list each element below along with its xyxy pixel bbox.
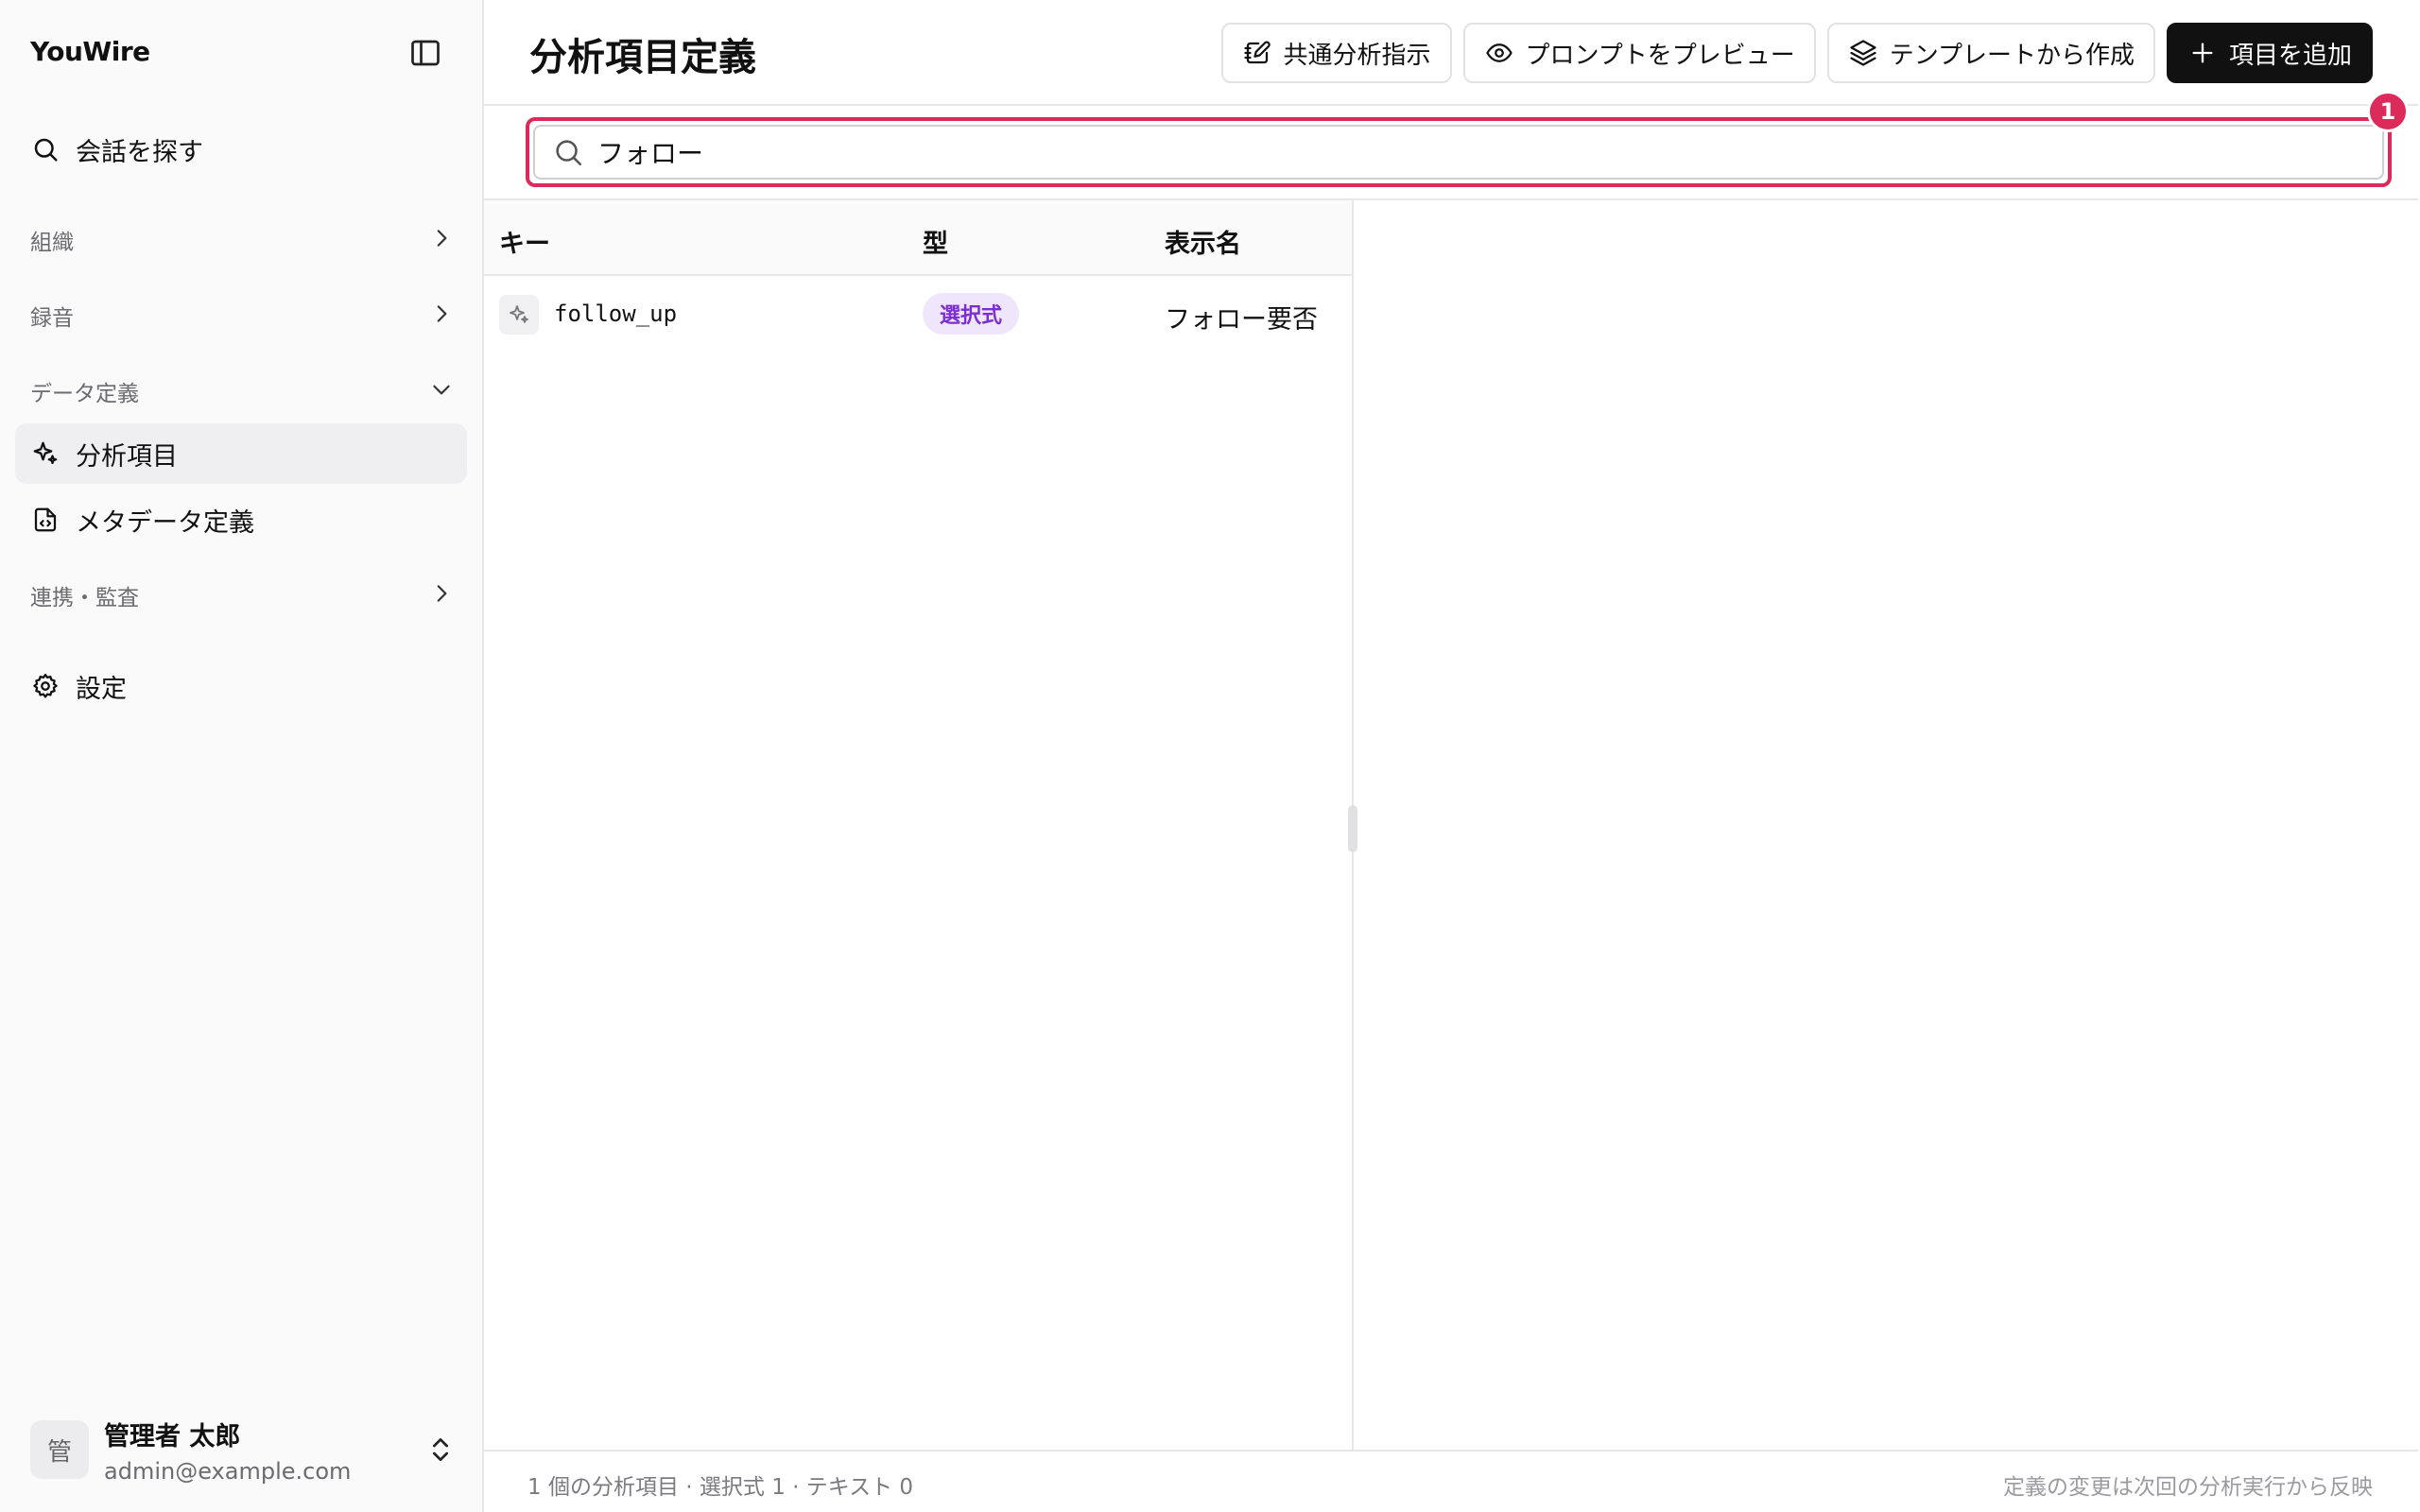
- sidebar-item-label: メタデータ定義: [76, 507, 254, 538]
- preview-prompt-button[interactable]: プロンプトをプレビュー: [1462, 23, 1816, 83]
- sidebar-header: YouWire: [0, 0, 482, 106]
- button-label: プロンプトをプレビュー: [1525, 40, 1795, 69]
- notebook-pen-icon: [1242, 38, 1272, 68]
- chevron-right-icon: [429, 226, 454, 254]
- toolbar: 共通分析指示 プロンプトをプレビュー テンプレートから作成 項目を追加: [1220, 23, 2373, 83]
- sidebar-group-data-definition[interactable]: データ定義: [15, 365, 467, 418]
- item-summary: 1 個の分析項目 · 選択式 1 · テキスト 0: [527, 1475, 914, 1500]
- search-icon: [552, 136, 584, 168]
- eye-icon: [1484, 38, 1514, 68]
- search-input[interactable]: [597, 127, 2382, 178]
- common-instruction-button[interactable]: 共通分析指示: [1220, 23, 1452, 83]
- column-header-key[interactable]: キー: [499, 223, 550, 260]
- group-label: 組織: [30, 231, 74, 255]
- button-label: テンプレートから作成: [1889, 40, 2135, 69]
- sidebar-item-label: 設定: [76, 674, 127, 704]
- sidebar: YouWire 会話を探す 組織 録音 データ定義 分析項目 メタデータ定義 連…: [0, 0, 484, 1512]
- step-marker-badge: 1: [2367, 91, 2409, 132]
- sparkle-icon: [30, 438, 60, 469]
- sidebar-item-analysis-items[interactable]: 分析項目: [15, 423, 467, 484]
- user-menu[interactable]: 管 管理者 太郎 admin@example.com: [30, 1414, 456, 1486]
- add-item-button[interactable]: 項目を追加: [2166, 23, 2373, 83]
- pane-resize-handle[interactable]: [1348, 805, 1357, 852]
- app-root: YouWire 会話を探す 組織 録音 データ定義 分析項目 メタデータ定義 連…: [0, 0, 2420, 1512]
- main-content: 分析項目定義 共通分析指示 プロンプトをプレビュー テンプレートから作成 項目を…: [484, 0, 2420, 1512]
- analysis-items-table: キー 型 表示名 follow_up 選択式 フォロー要否: [484, 200, 1357, 1450]
- search-field[interactable]: [533, 125, 2384, 180]
- gear-icon: [30, 671, 60, 701]
- user-email: admin@example.com: [104, 1457, 352, 1485]
- group-label: 連携・監査: [30, 586, 139, 610]
- row-key: follow_up: [554, 301, 678, 327]
- group-label: 録音: [30, 306, 74, 331]
- change-note: 定義の変更は次回の分析実行から反映: [2003, 1475, 2373, 1500]
- sidebar-group-integration[interactable]: 連携・監査: [15, 569, 467, 622]
- sidebar-item-search-conversations[interactable]: 会話を探す: [15, 119, 467, 180]
- sidebar-item-settings[interactable]: 設定: [15, 656, 467, 716]
- user-name: 管理者 太郎: [104, 1421, 241, 1452]
- column-header-type[interactable]: 型: [923, 223, 948, 260]
- row-display-name: フォロー要否: [1165, 305, 1318, 335]
- create-from-template-button[interactable]: テンプレートから作成: [1826, 23, 2155, 83]
- file-code-icon: [30, 505, 60, 535]
- group-label: データ定義: [30, 382, 139, 406]
- chevrons-up-down-icon[interactable]: [425, 1435, 456, 1465]
- sidebar-item-label: 分析項目: [76, 441, 178, 472]
- search-icon: [30, 134, 60, 164]
- sidebar-group-recording[interactable]: 録音: [15, 289, 467, 342]
- page-title: 分析項目定義: [529, 36, 756, 79]
- sidebar-item-metadata-definition[interactable]: メタデータ定義: [15, 490, 467, 550]
- layers-icon: [1848, 38, 1878, 68]
- button-label: 共通分析指示: [1283, 40, 1431, 69]
- column-header-display-name[interactable]: 表示名: [1165, 223, 1241, 260]
- avatar: 管: [30, 1420, 89, 1479]
- chevron-right-icon: [429, 581, 454, 610]
- sidebar-toggle-icon[interactable]: [408, 36, 442, 70]
- table-row[interactable]: follow_up 選択式 フォロー要否: [484, 276, 1352, 352]
- app-logo: YouWire: [30, 36, 150, 67]
- chevron-down-icon: [429, 377, 454, 405]
- search-highlight: [526, 117, 2392, 187]
- button-label: 項目を追加: [2228, 40, 2352, 69]
- table-header: キー 型 表示名: [484, 200, 1352, 276]
- sidebar-item-label: 会話を探す: [76, 137, 203, 167]
- user-info: 管理者 太郎 admin@example.com: [104, 1416, 425, 1485]
- type-badge: 選択式: [923, 293, 1020, 335]
- sparkle-icon: [499, 295, 539, 335]
- plus-icon: [2187, 38, 2218, 68]
- page-header: 分析項目定義 共通分析指示 プロンプトをプレビュー テンプレートから作成 項目を…: [484, 0, 2418, 106]
- sidebar-group-organization[interactable]: 組織: [15, 214, 467, 266]
- status-bar: 1 個の分析項目 · 選択式 1 · テキスト 0 定義の変更は次回の分析実行か…: [484, 1450, 2418, 1512]
- chevron-right-icon: [429, 301, 454, 330]
